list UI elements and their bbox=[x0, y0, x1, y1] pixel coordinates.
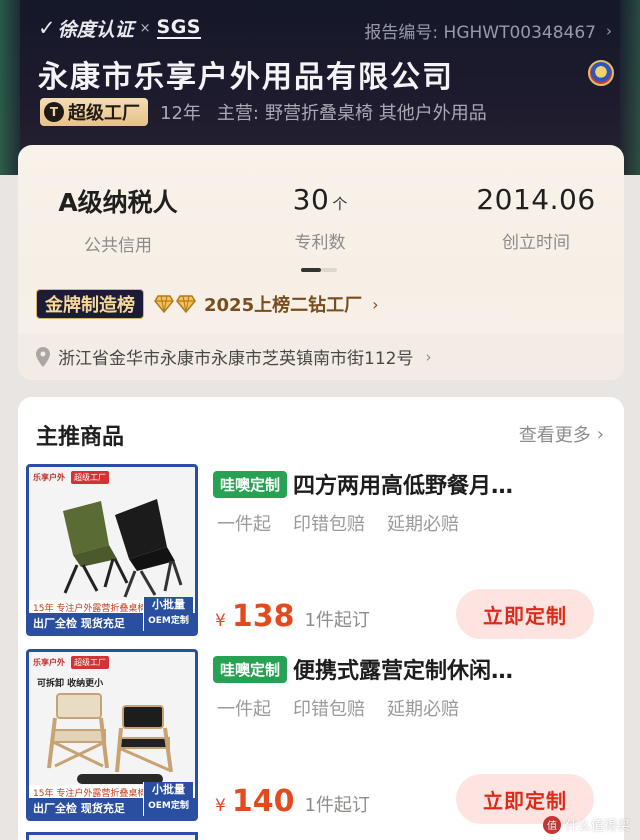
currency-symbol: ¥ bbox=[215, 796, 226, 816]
thumbnail-brand: 乐享户外 bbox=[33, 657, 65, 667]
see-more-label: 查看更多 bbox=[518, 425, 591, 446]
service-tags: 一件起 印错包赔 延期必赔 bbox=[217, 510, 459, 536]
product-item[interactable]: 乐享户外 超级工厂 可拆卸 收纳更小 15年 专注户外露营折叠桌椅 出厂全检 现… bbox=[26, 649, 616, 824]
check-icon: ✓ bbox=[38, 16, 56, 40]
chevron-right-icon: › bbox=[372, 294, 379, 314]
thumbnail-factory-tag: 超级工厂 bbox=[71, 470, 109, 484]
stat-label: 创立时间 bbox=[502, 233, 570, 253]
thumbnail-header: 乐享户外 超级工厂 bbox=[29, 467, 195, 487]
factory-logo-icon: T bbox=[44, 102, 64, 122]
years-in-business: 12年 bbox=[160, 103, 201, 124]
sgs-logo: SGS bbox=[156, 16, 201, 39]
diamond-icon bbox=[154, 295, 174, 314]
product-thumbnail[interactable]: 乐享户外 超级工厂 可拆卸 收纳更小 15年 专注户外露营折叠桌椅 出厂全检 现… bbox=[26, 649, 198, 821]
watermark: 值 什么值得买 bbox=[542, 815, 630, 834]
super-factory-badge: T 超级工厂 bbox=[40, 98, 148, 126]
super-factory-label: 超级工厂 bbox=[68, 103, 140, 124]
diamond-icon bbox=[176, 295, 196, 314]
product-name: 便携式露营定制休闲… bbox=[293, 659, 514, 684]
camping-chairs-illustration bbox=[63, 499, 183, 598]
service-tag: 一件起 bbox=[217, 514, 271, 535]
address-text: 浙江省金华市永康市永康市芝英镇南市街112号 bbox=[58, 349, 414, 369]
service-tag: 延期必赔 bbox=[387, 514, 459, 535]
service-tag: 印错包赔 bbox=[293, 699, 365, 720]
stat-unit: 个 bbox=[332, 195, 348, 213]
stat-value-text: A级纳税人 bbox=[58, 188, 178, 217]
product-thumbnail[interactable]: 乐享户外 超级工厂 15年 专注户外露营折叠桌椅 出厂全检 现货充足 小批量 O… bbox=[26, 464, 198, 636]
product-title-row[interactable]: 哇噢定制 便携式露营定制休闲… bbox=[213, 653, 608, 685]
small-batch-label: 小批量 bbox=[152, 598, 185, 611]
customize-now-button[interactable]: 立即定制 bbox=[456, 589, 594, 639]
chevron-right-icon: › bbox=[596, 423, 604, 445]
chevron-right-icon: › bbox=[425, 347, 432, 366]
section-title: 主推商品 bbox=[36, 425, 125, 450]
custom-tag: 哇噢定制 bbox=[213, 655, 288, 683]
price-value: 140 bbox=[231, 784, 295, 819]
stat-founded[interactable]: 2014.06 创立时间 bbox=[436, 183, 636, 253]
gold-ranking-badge: 金牌制造榜 bbox=[36, 289, 144, 319]
address-bar[interactable]: 浙江省金华市永康市永康市芝英镇南市街112号 › bbox=[18, 333, 624, 380]
featured-products-card: 主推商品 查看更多 › 乐享户外 超级工厂 15年 专注户外露营折叠桌椅 出厂全… bbox=[18, 397, 624, 840]
stat-patents[interactable]: 30 个 专利数 bbox=[220, 183, 420, 253]
service-tag: 印错包赔 bbox=[293, 514, 365, 535]
times-sign: × bbox=[139, 20, 151, 36]
thumbnail-factory-tag: 超级工厂 bbox=[71, 655, 109, 669]
price-value: 138 bbox=[231, 599, 295, 634]
report-number: 报告编号: HGHWT00348467 bbox=[364, 23, 596, 43]
folding-chairs-illustration bbox=[47, 693, 173, 784]
thumbnail-brand: 乐享户外 bbox=[33, 472, 65, 482]
location-pin-icon bbox=[36, 346, 50, 367]
company-name: 永康市乐享户外用品有限公司 bbox=[38, 60, 454, 95]
company-info-card: A级纳税人 公共信用 30 个 专利数 2014.06 创立时间 金牌制造榜 2… bbox=[18, 145, 624, 380]
small-batch-label: 小批量 bbox=[152, 783, 185, 796]
oem-label: OEM定制 bbox=[148, 616, 189, 626]
report-number-link[interactable]: 报告编号: HGHWT00348467 › bbox=[364, 18, 612, 44]
next-product-thumbnail-peek bbox=[26, 832, 198, 840]
service-tags: 一件起 印错包赔 延期必赔 bbox=[217, 695, 459, 721]
thumbnail-subtitle: 可拆卸 收纳更小 bbox=[37, 679, 104, 689]
stat-value: A级纳税人 bbox=[18, 183, 218, 219]
currency-symbol: ¥ bbox=[215, 611, 226, 631]
certification-row[interactable]: ✓ 徐度认证 × SGS bbox=[38, 14, 201, 42]
small-batch-tag: 小批量 OEM定制 bbox=[143, 597, 193, 631]
cert-label: 徐度认证 bbox=[57, 18, 134, 41]
min-order-quantity: 1件起订 bbox=[304, 610, 370, 631]
stats-row: A级纳税人 公共信用 30 个 专利数 2014.06 创立时间 bbox=[18, 183, 624, 263]
diamonds bbox=[154, 295, 196, 314]
service-tag: 一件起 bbox=[217, 699, 271, 720]
product-name: 四方两用高低野餐月… bbox=[293, 474, 514, 499]
watermark-logo: 值 bbox=[542, 815, 561, 834]
stat-value: 30 个 bbox=[220, 183, 420, 216]
product-item[interactable]: 乐享户外 超级工厂 15年 专注户外露营折叠桌椅 出厂全检 现货充足 小批量 O… bbox=[26, 464, 616, 639]
company-tags: T 超级工厂 12年 主营: 野营折叠桌椅 其他户外用品 bbox=[40, 97, 487, 127]
main-business-label: 主营: bbox=[216, 103, 259, 124]
chevron-right-icon: › bbox=[606, 21, 612, 40]
price-row: ¥ 140 1件起订 bbox=[215, 784, 370, 819]
stat-value-text: 30 bbox=[292, 183, 330, 216]
stat-label: 专利数 bbox=[294, 233, 346, 253]
custom-tag: 哇噢定制 bbox=[213, 470, 288, 498]
thumbnail-header: 乐享户外 超级工厂 bbox=[29, 652, 195, 672]
price-row: ¥ 138 1件起订 bbox=[215, 599, 370, 634]
stat-tax-rating[interactable]: A级纳税人 公共信用 bbox=[18, 183, 218, 256]
oem-label: OEM定制 bbox=[148, 801, 189, 811]
stat-label: 公共信用 bbox=[84, 236, 152, 256]
gold-ranking-row[interactable]: 金牌制造榜 2025上榜二钻工厂 › bbox=[36, 288, 379, 320]
stat-value: 2014.06 bbox=[436, 183, 636, 216]
indicator-active bbox=[301, 268, 321, 272]
gold-ranking-text: 2025上榜二钻工厂 bbox=[204, 295, 363, 316]
service-tag: 延期必赔 bbox=[387, 699, 459, 720]
see-more-link[interactable]: 查看更多 › bbox=[519, 421, 604, 447]
indicator-inactive bbox=[321, 268, 337, 272]
carousel-indicator bbox=[301, 268, 337, 272]
police-badge-icon[interactable] bbox=[588, 60, 614, 86]
stat-value-text: 2014.06 bbox=[476, 183, 596, 216]
min-order-quantity: 1件起订 bbox=[304, 795, 370, 816]
product-title-row[interactable]: 哇噢定制 四方两用高低野餐月… bbox=[213, 468, 608, 500]
small-batch-tag: 小批量 OEM定制 bbox=[143, 782, 193, 816]
watermark-text: 什么值得买 bbox=[564, 819, 630, 834]
main-business: 野营折叠桌椅 其他户外用品 bbox=[264, 103, 487, 124]
